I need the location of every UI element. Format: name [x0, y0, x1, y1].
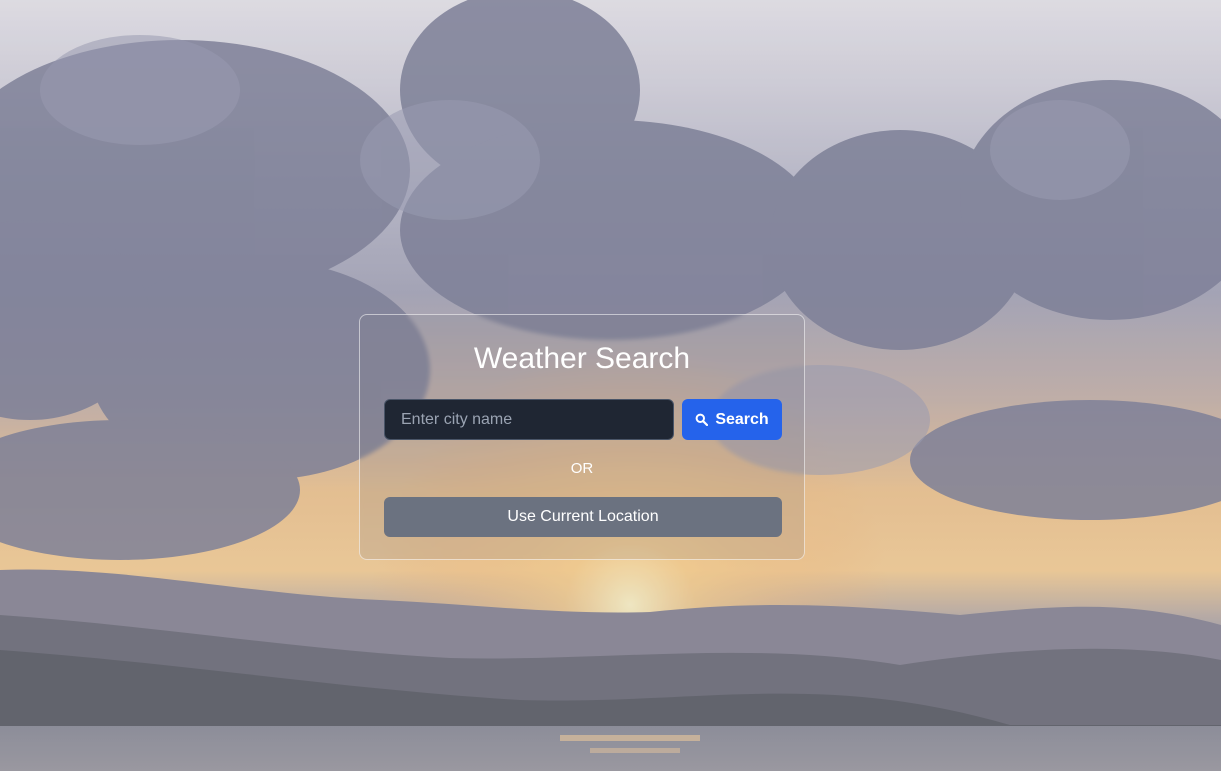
use-current-location-button[interactable]: Use Current Location [384, 497, 782, 537]
search-icon [695, 413, 709, 426]
or-divider: OR [570, 460, 594, 477]
search-button[interactable]: Search [682, 399, 782, 440]
search-button-label: Search [715, 410, 769, 428]
app-background: Weather Search Search OR Use Current Loc… [0, 0, 1221, 771]
city-search-input[interactable] [384, 399, 674, 440]
page-title: Weather Search [473, 342, 691, 375]
weather-search-card: Weather Search Search OR Use Current Loc… [359, 314, 805, 560]
